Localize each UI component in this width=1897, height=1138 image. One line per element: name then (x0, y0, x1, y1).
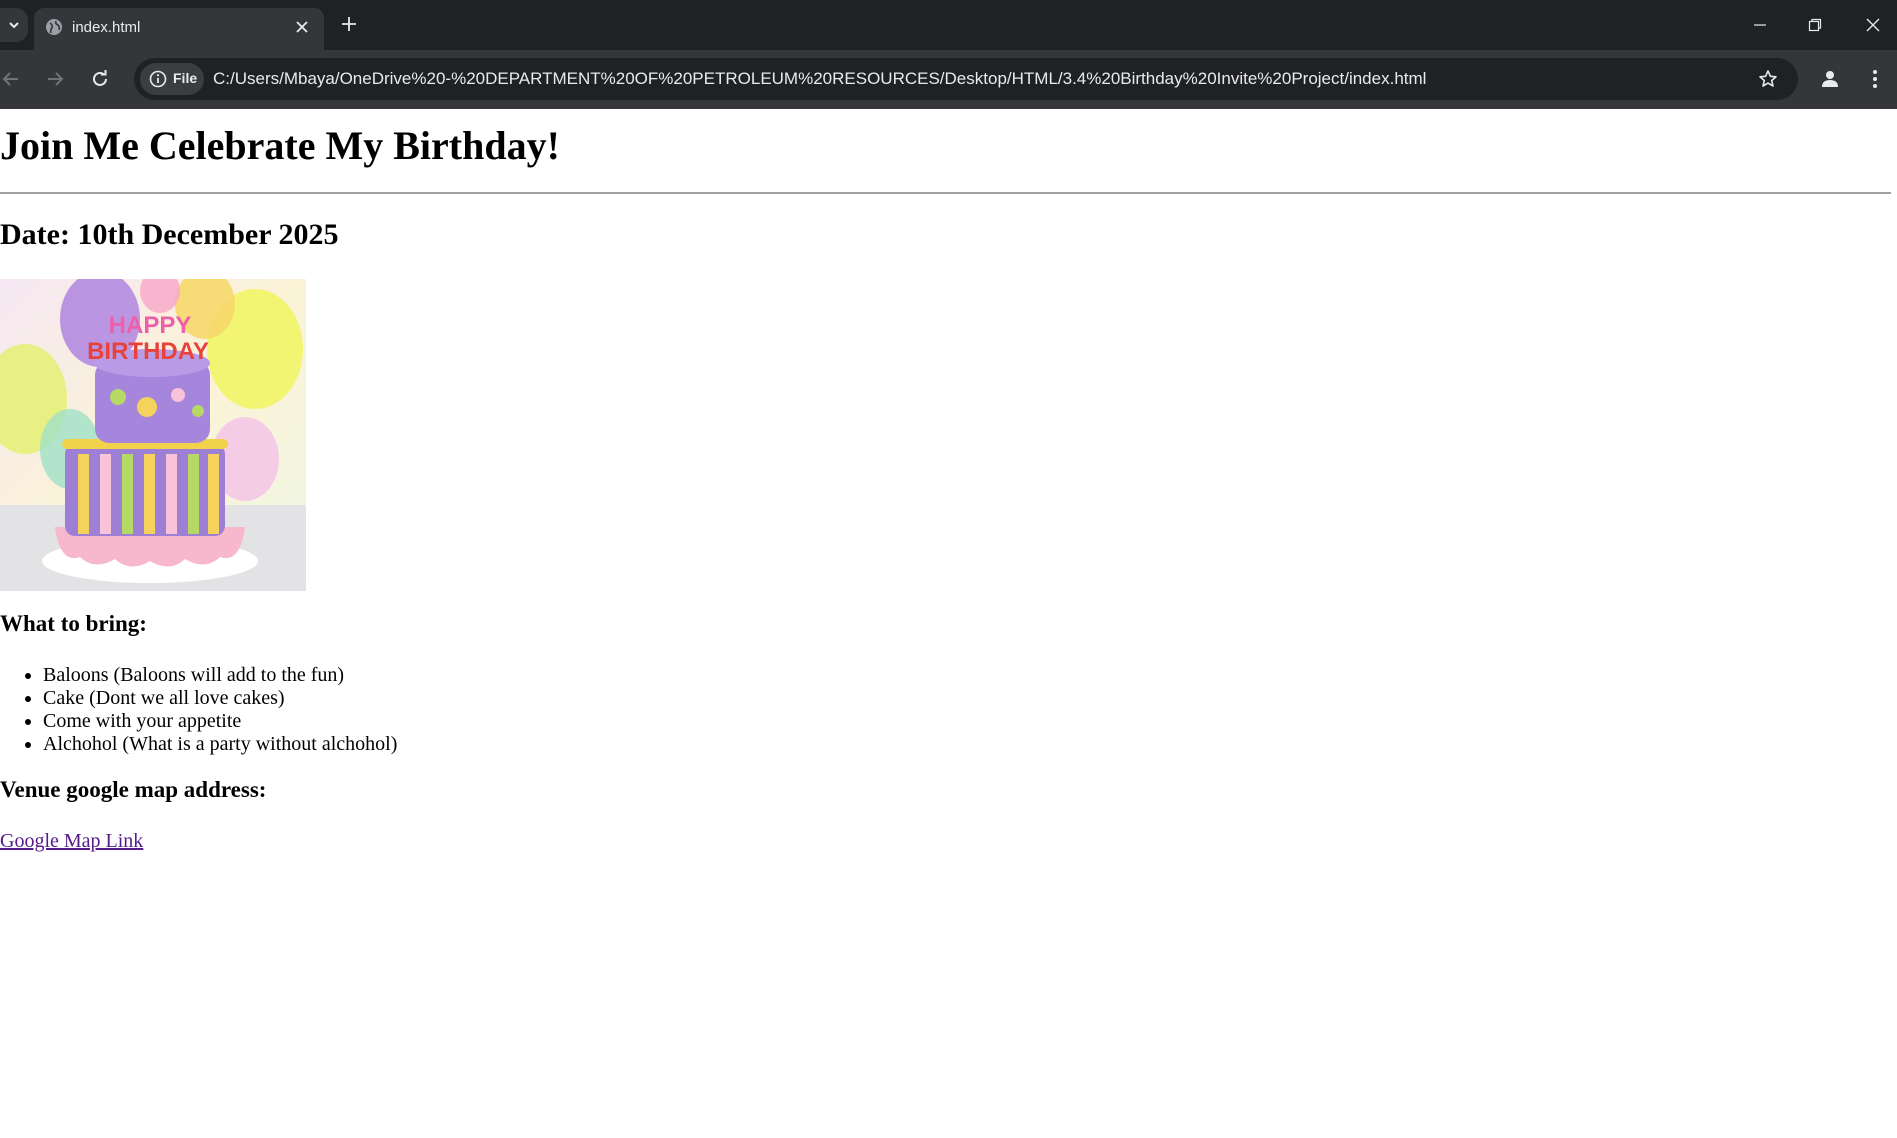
list-item: Alchohol (What is a party without alchoh… (43, 733, 397, 756)
list-item: Baloons (Baloons will add to the fun) (43, 664, 397, 687)
globe-icon (46, 19, 62, 35)
reload-icon (93, 70, 107, 86)
address-bar[interactable]: File C:/Users/Mbaya/OneDrive%20-%20DEPAR… (134, 58, 1798, 100)
person-icon (1822, 71, 1838, 87)
close-icon (1866, 18, 1880, 32)
close-window-button[interactable] (1855, 10, 1891, 40)
chevron-down-icon (9, 22, 19, 29)
info-icon (149, 70, 167, 88)
tab-index-html[interactable]: index.html (34, 8, 324, 50)
tab-title: index.html (72, 19, 141, 36)
bookmark-button[interactable] (1755, 66, 1781, 92)
tab-search-button[interactable] (0, 8, 28, 42)
site-chip-label: File (173, 70, 198, 86)
google-map-link[interactable]: Google Map Link (0, 830, 143, 853)
birthday-cake-image: HAPPY BIRTHDAY (0, 279, 306, 591)
star-icon (1759, 70, 1777, 87)
more-vertical-icon (1873, 70, 1877, 88)
new-tab-button[interactable] (337, 12, 361, 36)
restore-icon (1808, 18, 1822, 32)
page-title: Join Me Celebrate My Birthday! (0, 123, 560, 168)
url-text[interactable]: C:/Users/Mbaya/OneDrive%20-%20DEPARTMENT… (213, 69, 1426, 89)
minimize-button[interactable] (1742, 10, 1778, 40)
bring-heading: What to bring: (0, 611, 147, 636)
plus-icon (342, 17, 356, 31)
page-content: Join Me Celebrate My Birthday! Date: 10t… (0, 109, 1897, 1138)
close-icon (296, 21, 308, 33)
horizontal-rule (0, 192, 1891, 194)
cake-candle-text-happy: HAPPY (109, 312, 192, 339)
browser-toolbar: File C:/Users/Mbaya/OneDrive%20-%20DEPAR… (0, 50, 1897, 109)
list-item: Cake (Dont we all love cakes) (43, 687, 397, 710)
arrow-right-icon (48, 72, 64, 86)
venue-heading: Venue google map address: (0, 777, 267, 802)
site-info-button[interactable]: File (140, 63, 204, 95)
forward-button[interactable] (40, 64, 70, 94)
reload-button[interactable] (85, 64, 115, 94)
profile-button[interactable] (1814, 63, 1846, 95)
arrow-left-icon (2, 72, 18, 86)
bring-list: Baloons (Baloons will add to the fun) Ca… (0, 664, 397, 756)
tab-close-button[interactable] (290, 15, 314, 39)
event-date: Date: 10th December 2025 (0, 218, 339, 251)
minimize-icon (1754, 24, 1766, 26)
tab-strip: index.html (0, 0, 1897, 50)
list-item: Come with your appetite (43, 710, 397, 733)
back-button[interactable] (0, 64, 26, 94)
cake-candle-text-birthday: BIRTHDAY (87, 338, 209, 365)
restore-button[interactable] (1797, 10, 1833, 40)
browser-menu-button[interactable] (1861, 63, 1889, 95)
